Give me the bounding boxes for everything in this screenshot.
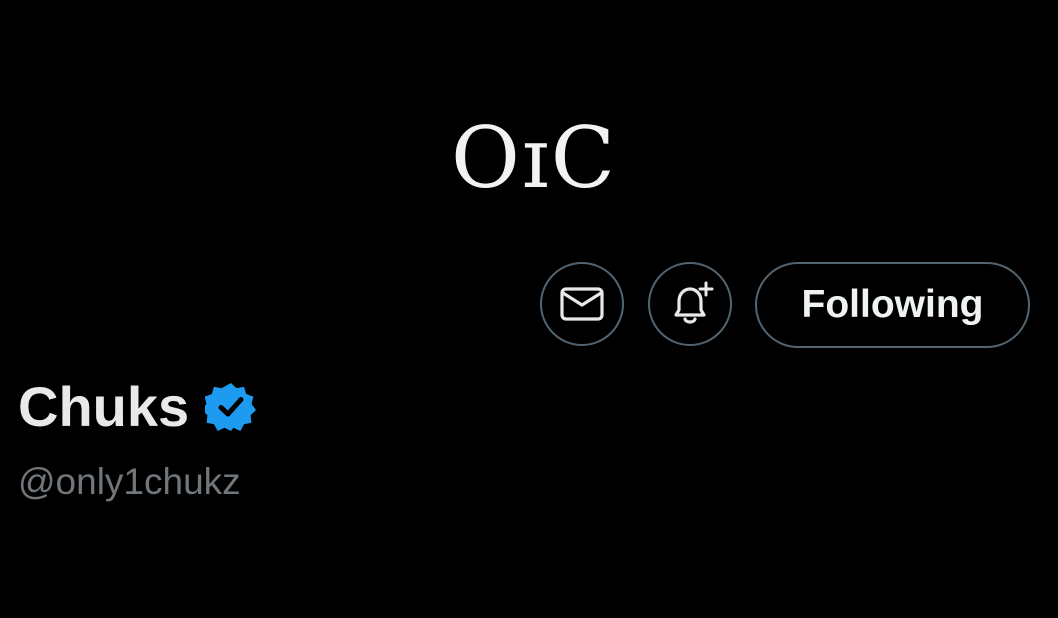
following-button[interactable]: Following [755, 262, 1030, 348]
verified-badge-icon[interactable] [205, 381, 257, 433]
profile-handle: @only1chukz [18, 461, 241, 502]
banner-logo: OɪC [450, 109, 617, 207]
bell-plus-icon [674, 281, 714, 324]
mail-icon [560, 287, 604, 321]
profile-name-row: Chuks [18, 373, 257, 441]
message-button[interactable] [540, 262, 624, 346]
notifications-button[interactable] [648, 262, 732, 346]
profile-banner[interactable]: OɪC [0, 0, 1058, 250]
display-name: Chuks [18, 375, 190, 438]
